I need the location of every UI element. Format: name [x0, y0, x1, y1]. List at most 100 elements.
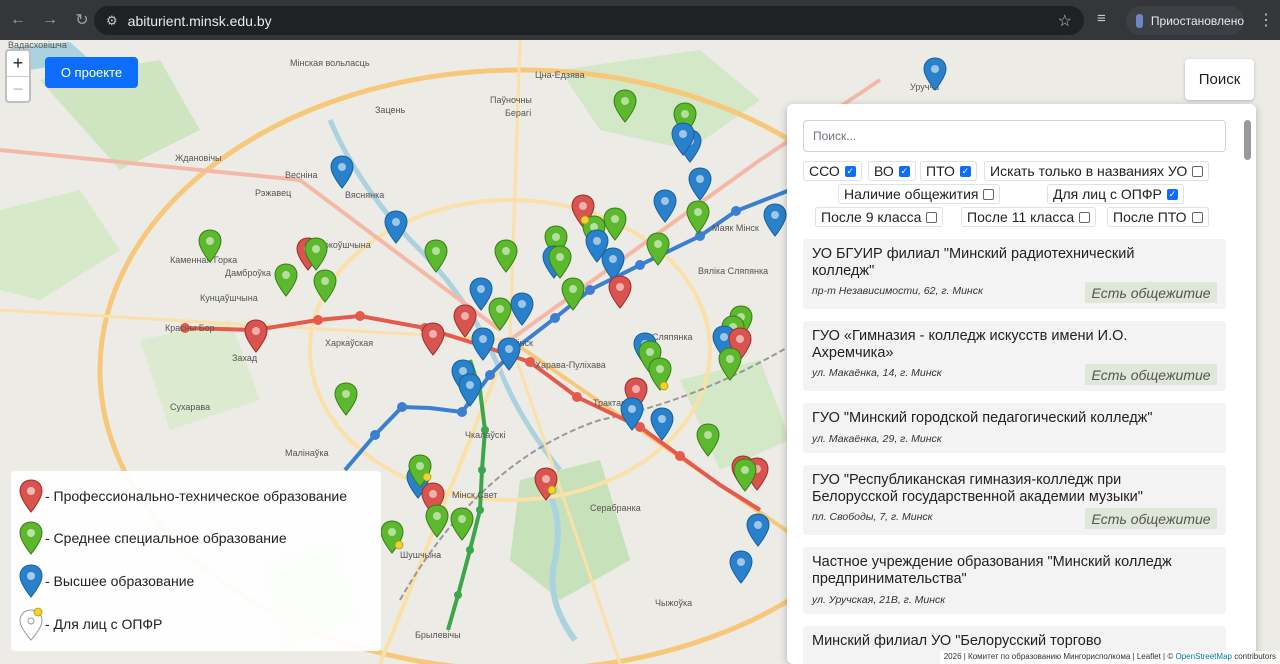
sso-marker[interactable]	[450, 507, 474, 541]
result-card[interactable]: ГУО "Минский городской педагогический ко…	[803, 403, 1226, 453]
result-address: пр-т Независимости, 62, г. Минск	[812, 285, 983, 297]
sso-marker[interactable]	[686, 200, 710, 234]
filter-names-only-checkbox[interactable]	[1192, 165, 1204, 177]
zoom-in-button[interactable]: +	[7, 51, 29, 76]
sso-marker[interactable]	[613, 89, 637, 123]
zoom-out-button[interactable]: −	[7, 76, 29, 101]
filter-names-only-label: Искать только в названиях УО	[990, 163, 1188, 179]
url-text: abiturient.minsk.edu.by	[127, 12, 272, 29]
sso-marker[interactable]	[425, 504, 449, 538]
result-card[interactable]: ГУО "Республиканская гимназия-колледж пр…	[803, 465, 1226, 535]
vo-marker[interactable]	[469, 277, 493, 311]
filter-dormitory-checkbox[interactable]	[983, 188, 995, 200]
vo-marker[interactable]	[497, 337, 521, 371]
reload-icon[interactable]: ↻	[68, 6, 96, 34]
attribution-text: 2026 | Комитет по образованию Мингориспо…	[943, 652, 1176, 661]
site-info-icon[interactable]: ⚙	[106, 13, 118, 29]
filter-after-11-label: После 11 класса	[967, 209, 1075, 225]
result-card[interactable]: Частное учреждение образования "Минский …	[803, 547, 1226, 614]
vo-marker[interactable]	[746, 513, 770, 547]
search-input[interactable]: Поиск...	[803, 120, 1226, 152]
opfr-badge	[394, 540, 404, 550]
result-card[interactable]: ГУО «Гимназия - колледж искусств имени И…	[803, 321, 1226, 391]
dormitory-badge: Есть общежитие	[1085, 282, 1217, 303]
filter-after-11[interactable]: После 11 класса	[961, 207, 1097, 227]
pto-marker[interactable]	[244, 319, 268, 353]
dormitory-badge: Есть общежитие	[1085, 364, 1217, 385]
vo-marker[interactable]	[330, 155, 354, 189]
sso-marker[interactable]	[718, 347, 742, 381]
search-toggle-button[interactable]: Поиск	[1185, 59, 1254, 100]
filter-dormitory[interactable]: Наличие общежития	[838, 184, 1001, 204]
sso-marker[interactable]	[313, 269, 337, 303]
filter-sso-label: ССО	[809, 163, 840, 179]
filter-after-9[interactable]: После 9 класса	[815, 207, 944, 227]
vo-marker[interactable]	[763, 203, 787, 237]
filter-opfr-checkbox[interactable]: ✓	[1166, 188, 1178, 200]
filter-vo[interactable]: ВО ✓	[868, 161, 916, 181]
sso-marker[interactable]	[696, 423, 720, 457]
sso-marker[interactable]	[561, 277, 585, 311]
filter-pto[interactable]: ПТО ✓	[920, 161, 977, 181]
filter-opfr[interactable]: Для лиц с ОПФР ✓	[1047, 184, 1184, 204]
filter-opfr-label: Для лиц с ОПФР	[1053, 186, 1162, 202]
sso-marker[interactable]	[274, 263, 298, 297]
result-name: ГУО "Республиканская гимназия-колледж пр…	[812, 472, 1143, 505]
map-area[interactable]: Вадасховішча Мінская вольласць Цна-Едзява З…	[0, 40, 1280, 664]
legend-label-sso: - Среднее специальное образование	[45, 530, 287, 546]
result-card[interactable]: УО БГУИР филиал "Минский радиотехнически…	[803, 239, 1226, 309]
address-bar[interactable]: ⚙ abiturient.minsk.edu.by ☆	[94, 6, 1084, 35]
pto-marker[interactable]	[453, 304, 477, 338]
sso-marker[interactable]	[198, 229, 222, 263]
vo-marker[interactable]	[384, 210, 408, 244]
filter-names-only[interactable]: Искать только в названиях УО	[984, 161, 1210, 181]
filter-after-pto[interactable]: После ПТО	[1107, 207, 1209, 227]
back-icon[interactable]: ←	[4, 6, 32, 34]
vo-marker[interactable]	[923, 57, 947, 91]
profile-status-button[interactable]: Приостановлено	[1126, 6, 1244, 35]
opfr-badge	[580, 215, 590, 225]
filter-after-9-checkbox[interactable]	[926, 211, 938, 223]
filter-pto-checkbox[interactable]: ✓	[959, 165, 971, 177]
legend-item-vo: - Высшее образование	[19, 564, 194, 598]
vo-marker[interactable]	[688, 167, 712, 201]
scrollbar-thumb[interactable]	[1244, 120, 1251, 160]
result-address: ул. Макаёнка, 29, г. Минск	[812, 433, 942, 445]
sso-marker[interactable]	[334, 382, 358, 416]
forward-icon[interactable]: →	[36, 6, 64, 34]
vo-marker[interactable]	[620, 397, 644, 431]
about-project-button[interactable]: О проекте	[45, 57, 138, 88]
vo-marker[interactable]	[729, 550, 753, 584]
blue-marker-icon	[19, 564, 43, 598]
sso-marker[interactable]	[646, 232, 670, 266]
vo-marker[interactable]	[458, 373, 482, 407]
browser-menu-icon[interactable]: ⋮	[1258, 10, 1274, 30]
zoom-control: + −	[5, 49, 31, 103]
vo-marker[interactable]	[510, 292, 534, 326]
filter-sso[interactable]: ССО ✓	[803, 161, 862, 181]
pto-marker[interactable]	[608, 275, 632, 309]
sso-marker[interactable]	[494, 239, 518, 273]
panel-scrollbar[interactable]	[1243, 120, 1252, 630]
vo-marker[interactable]	[650, 407, 674, 441]
sso-marker[interactable]	[603, 207, 627, 241]
sso-marker[interactable]	[488, 297, 512, 331]
filter-sso-checkbox[interactable]: ✓	[844, 165, 856, 177]
osm-link[interactable]: OpenStreetMap	[1175, 652, 1231, 661]
legend-item-opfr: - Для лиц с ОПФР	[19, 607, 162, 641]
media-queue-icon[interactable]: ≡	[1097, 10, 1106, 27]
legend-label-pto: - Профессионально-техническое образовани…	[45, 488, 348, 504]
browser-toolbar: ← → ↻ ⚙ abiturient.minsk.edu.by ☆ ≡ Прио…	[0, 0, 1280, 40]
bookmark-star-icon[interactable]: ☆	[1058, 11, 1072, 31]
vo-marker[interactable]	[471, 327, 495, 361]
filter-after-pto-checkbox[interactable]	[1191, 211, 1203, 223]
result-address: пл. Свободы, 7, г. Минск	[812, 511, 933, 523]
pto-marker[interactable]	[534, 467, 558, 501]
sso-marker[interactable]	[733, 458, 757, 492]
filter-after-11-checkbox[interactable]	[1079, 211, 1091, 223]
pto-marker[interactable]	[421, 322, 445, 356]
filter-vo-checkbox[interactable]: ✓	[898, 165, 910, 177]
vo-marker[interactable]	[653, 189, 677, 223]
vo-marker[interactable]	[601, 247, 625, 281]
sso-marker[interactable]	[424, 239, 448, 273]
